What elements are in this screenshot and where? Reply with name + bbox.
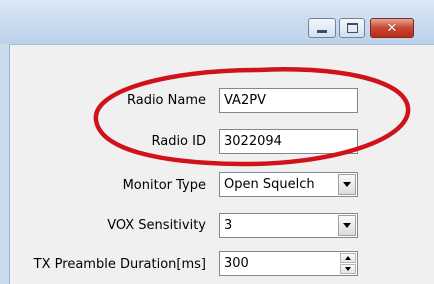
radio-id-value: 3022094 (224, 134, 282, 149)
radio-name-input[interactable]: VA2PV (219, 88, 358, 113)
monitor-type-select[interactable]: Open Squelch (219, 172, 358, 197)
vox-sensitivity-select[interactable]: 3 (219, 213, 358, 238)
radio-id-input[interactable]: 3022094 (219, 129, 358, 154)
tx-preamble-spinbox[interactable]: 300 (219, 251, 358, 276)
window-title-bar (0, 0, 434, 45)
chevron-down-icon (343, 182, 351, 187)
vox-sensitivity-dropdown-button[interactable] (338, 215, 356, 236)
radio-name-value: VA2PV (224, 93, 266, 108)
radio-id-label: Radio ID (151, 134, 206, 149)
monitor-type-dropdown-button[interactable] (338, 174, 356, 195)
arrow-up-icon (345, 256, 351, 260)
arrow-down-icon (345, 267, 351, 271)
close-icon: ✕ (386, 20, 398, 36)
monitor-type-label: Monitor Type (122, 178, 206, 193)
vox-sensitivity-value: 3 (224, 218, 233, 233)
spin-up-button[interactable] (340, 253, 356, 263)
minimize-icon (317, 29, 327, 33)
window-left-border (0, 44, 10, 284)
spin-down-button[interactable] (340, 264, 356, 274)
minimize-button[interactable] (308, 18, 336, 38)
tx-preamble-value: 300 (224, 256, 249, 271)
maximize-button[interactable] (339, 18, 365, 38)
close-button[interactable]: ✕ (370, 18, 414, 38)
vox-sensitivity-label: VOX Sensitivity (107, 218, 206, 233)
tx-preamble-label: TX Preamble Duration[ms] (33, 257, 206, 272)
radio-name-label: Radio Name (126, 93, 206, 108)
monitor-type-value: Open Squelch (224, 177, 315, 192)
chevron-down-icon (343, 223, 351, 228)
maximize-icon (346, 23, 358, 33)
